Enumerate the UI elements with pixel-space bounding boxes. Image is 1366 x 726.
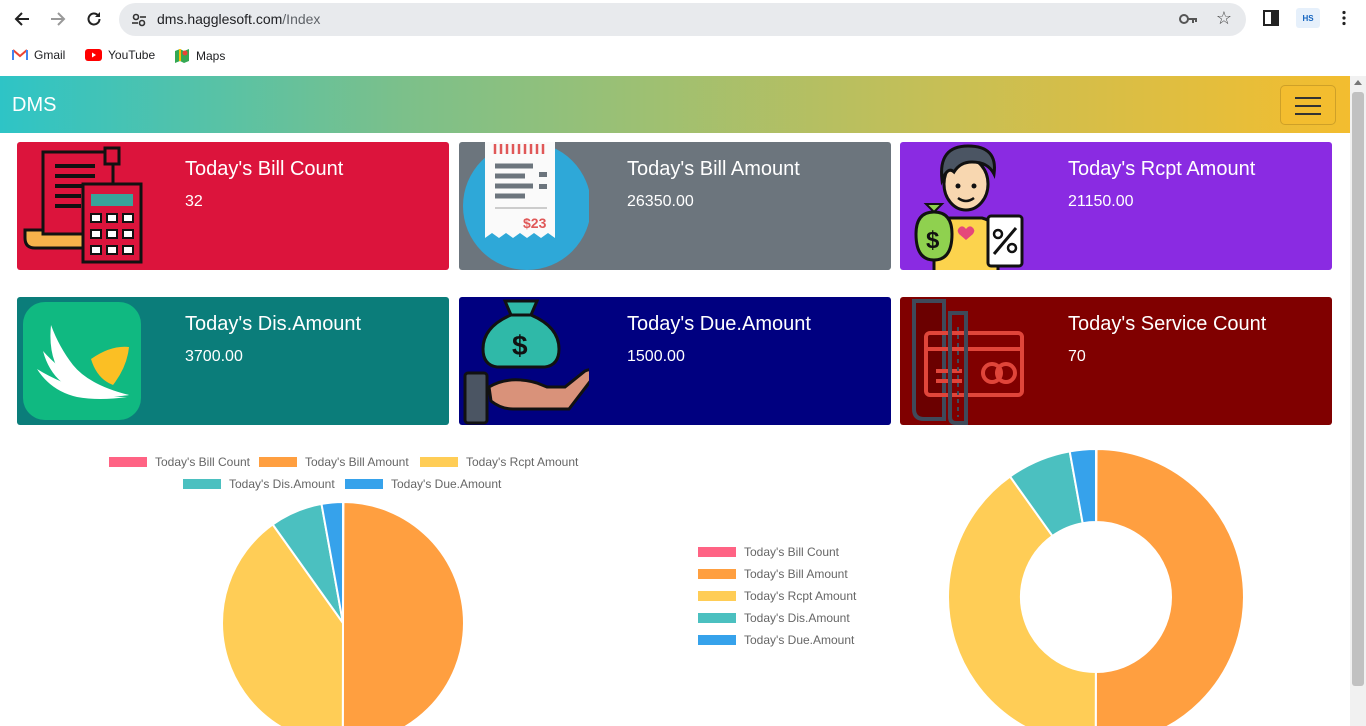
url-host: dms.hagglesoft.com [157,11,283,27]
chart-slice-today-s-bill-amount[interactable] [341,500,466,726]
scrollbar-thumb[interactable] [1352,92,1364,686]
url-path: /Index [282,11,321,27]
doughnut-chart [947,447,1246,726]
card-bill-amount[interactable]: $23 Today's Bill Amount 26350.00 [459,142,891,270]
brand-logo-text[interactable]: DMS [12,94,56,117]
hamburger-line [1295,105,1321,107]
svg-text:$: $ [512,330,528,361]
card-title: Today's Dis.Amount [185,313,362,335]
bookmark-maps[interactable]: Maps [174,48,225,64]
legend-swatch [420,457,458,467]
card-due-amount[interactable]: $ Today's Due.Amount 1500.00 [459,297,891,425]
card-title: Today's Due.Amount [627,313,811,335]
url-text[interactable]: dms.hagglesoft.com/Index [157,11,320,27]
legend-swatch [259,457,297,467]
leaf-app-icon [23,302,141,420]
legend-item[interactable]: Today's Dis.Amount [698,611,850,625]
card-dis-amount[interactable]: Today's Dis.Amount 3700.00 [17,297,449,425]
card-service-count[interactable]: Today's Service Count 70 [900,297,1332,425]
card-title: Today's Bill Count [185,158,344,180]
address-bar[interactable]: dms.hagglesoft.com/Index ☆ [119,3,1246,36]
legend-label: Today's Due.Amount [391,477,502,491]
bookmark-star-icon[interactable]: ☆ [1216,8,1232,29]
app-navbar: DMS [0,76,1350,133]
legend-swatch [698,613,736,623]
side-panel-icon[interactable] [1263,10,1279,26]
hamburger-line [1295,97,1321,99]
card-title: Today's Service Count [1068,313,1267,335]
card-rcpt-amount[interactable]: $ Today's Rcpt Amount 21150.00 [900,142,1332,270]
card-bill-count[interactable]: Today's Bill Count 32 [17,142,449,270]
bookmark-label: Maps [196,49,226,63]
legend-swatch [698,547,736,557]
legend-item[interactable]: Today's Rcpt Amount [420,455,578,469]
calculator-receipt-icon [23,146,143,264]
pie-chart [221,500,466,726]
bookmark-gmail[interactable]: Gmail [12,48,65,62]
forward-icon[interactable] [45,7,71,31]
navbar-toggle-button[interactable] [1280,85,1336,125]
page-scrollbar[interactable] [1350,76,1366,726]
youtube-icon [85,49,102,61]
svg-text:$: $ [926,227,940,254]
legend-item[interactable]: Today's Bill Amount [259,455,409,469]
legend-label: Today's Dis.Amount [744,611,850,625]
hamburger-line [1295,113,1321,115]
legend-label: Today's Due.Amount [744,633,855,647]
extension-logo-icon[interactable]: HS [1296,8,1320,28]
card-value: 70 [1068,348,1086,365]
scroll-up-arrow-icon[interactable] [1354,80,1362,85]
chart-slice-today-s-bill-amount[interactable] [1094,447,1246,726]
bookmark-youtube[interactable]: YouTube [85,48,155,62]
card-value: 3700.00 [185,348,243,365]
receipt-icon: $23 [463,142,589,270]
legend-swatch [698,569,736,579]
legend-swatch [698,591,736,601]
legend-label: Today's Bill Count [155,455,251,469]
bookmark-label: Gmail [34,48,66,62]
browser-chrome: dms.hagglesoft.com/Index ☆ HS Gmail YouT… [0,0,1366,76]
browser-menu-icon[interactable] [1336,10,1352,26]
legend-label: Today's Bill Amount [305,455,409,469]
gmail-icon [12,49,28,60]
card-value: 21150.00 [1068,193,1134,210]
hand-money-bag-icon: $ [463,299,589,425]
legend-swatch [345,479,383,489]
back-icon[interactable] [9,7,35,31]
legend-swatch [109,457,147,467]
legend-item[interactable]: Today's Due.Amount [345,477,501,491]
legend-item[interactable]: Today's Dis.Amount [183,477,335,491]
legend-item[interactable]: Today's Bill Amount [698,567,848,581]
card-title: Today's Rcpt Amount [1068,158,1256,180]
person-money-icon: $ [914,144,1024,270]
card-title: Today's Bill Amount [627,158,800,180]
legend-label: Today's Bill Amount [744,567,848,581]
legend-swatch [183,479,221,489]
legend-label: Today's Bill Count [744,545,840,559]
legend-label: Today's Dis.Amount [229,477,335,491]
site-settings-icon[interactable] [131,12,147,28]
credit-card-receipt-icon [912,299,1024,425]
legend-item[interactable]: Today's Bill Count [698,545,839,559]
reload-icon[interactable] [81,7,107,31]
svg-text:$23: $23 [523,215,547,231]
legend-swatch [698,635,736,645]
card-value: 32 [185,193,203,210]
card-value: 1500.00 [627,348,685,365]
legend-label: Today's Rcpt Amount [744,589,857,603]
card-value: 26350.00 [627,193,694,210]
password-key-icon[interactable] [1178,11,1198,27]
bookmark-label: YouTube [108,48,156,62]
legend-label: Today's Rcpt Amount [466,455,579,469]
legend-item[interactable]: Today's Rcpt Amount [698,589,856,603]
legend-item[interactable]: Today's Bill Count [109,455,250,469]
maps-icon [175,49,189,63]
legend-item[interactable]: Today's Due.Amount [698,633,854,647]
